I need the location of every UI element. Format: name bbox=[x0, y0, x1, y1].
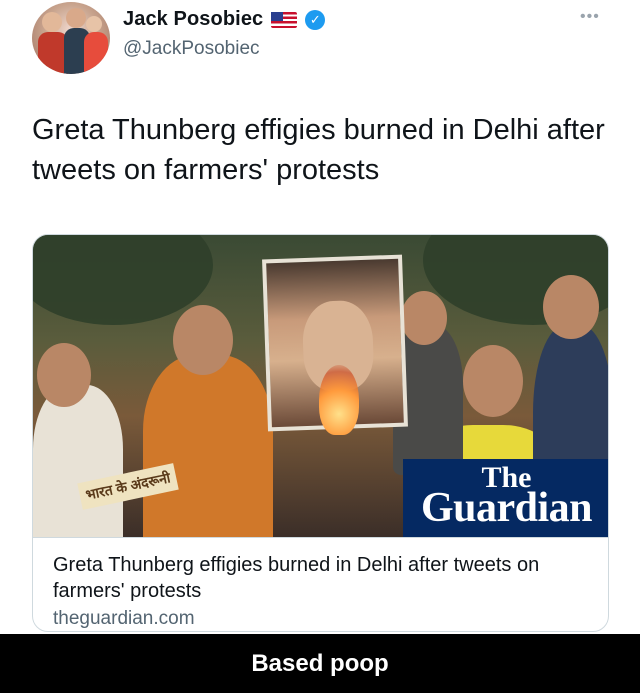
avatar-face bbox=[42, 12, 62, 32]
link-card-body[interactable]: Greta Thunberg effigies burned in Delhi … bbox=[33, 537, 608, 631]
protester-head bbox=[543, 275, 599, 339]
meme-caption: Based poop bbox=[0, 634, 640, 693]
flame bbox=[319, 365, 359, 435]
protester-figure bbox=[143, 355, 273, 537]
guardian-logo: The Guardian bbox=[403, 459, 608, 537]
article-photo: भारत के अंदरूनी The Guardian bbox=[33, 235, 608, 537]
link-card-title[interactable]: Greta Thunberg effigies burned in Delhi … bbox=[53, 552, 590, 604]
avatar-face bbox=[86, 16, 102, 32]
protester-head bbox=[37, 343, 91, 407]
protester-figure bbox=[33, 385, 123, 537]
protester-head bbox=[463, 345, 523, 417]
us-flag-icon bbox=[271, 11, 298, 28]
author-avatar[interactable] bbox=[32, 2, 110, 74]
author-name-row: Jack Posobiec ✓ bbox=[123, 8, 326, 31]
protester-head bbox=[401, 291, 447, 345]
author-handle[interactable]: @JackPosobiec bbox=[123, 38, 260, 60]
link-card-domain: theguardian.com bbox=[53, 608, 195, 629]
link-preview-card[interactable]: भारत के अंदरूनी The Guardian Greta Thunb… bbox=[32, 234, 609, 632]
verified-badge-icon: ✓ bbox=[305, 9, 326, 30]
logo-guardian: Guardian bbox=[420, 485, 593, 531]
author-display-name[interactable]: Jack Posobiec bbox=[123, 8, 263, 31]
more-options-icon[interactable]: ••• bbox=[580, 8, 600, 26]
avatar-face bbox=[66, 8, 86, 28]
avatar-figure bbox=[84, 32, 108, 74]
protester-head bbox=[173, 305, 233, 375]
tweet-text: Greta Thunberg effigies burned in Delhi … bbox=[32, 114, 605, 187]
